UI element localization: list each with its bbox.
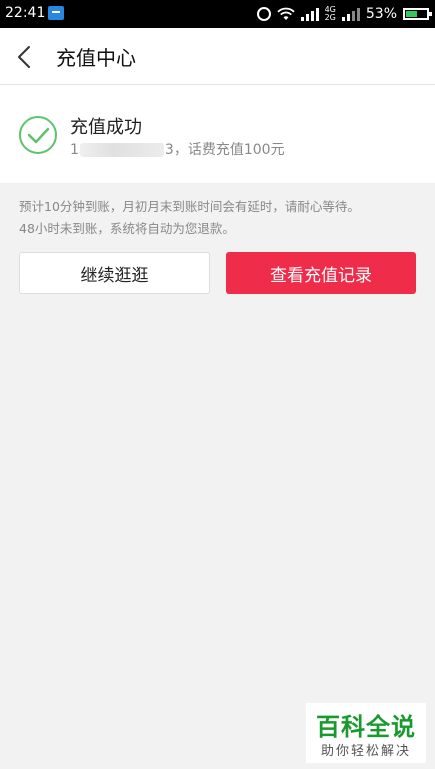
phone-number-redacted <box>79 143 164 157</box>
alarm-icon <box>256 7 271 21</box>
result-card: 充值成功 1 3，话费充值100元 <box>0 85 435 183</box>
watermark-title: 百科全说 <box>316 713 416 741</box>
status-bar: 22:41 4G 2G 53% <box>0 0 435 28</box>
screen: 22:41 4G 2G 53% 充值中心 充值成功 1 3，话费充值100元 预… <box>0 0 435 769</box>
phone-suffix: 3 <box>164 142 174 158</box>
battery-icon <box>403 8 432 20</box>
result-detail: ，话费充值100元 <box>173 142 285 158</box>
battery-percent: 53% <box>365 6 397 22</box>
chevron-left-icon[interactable] <box>10 42 40 72</box>
signal-icon-secondary <box>341 8 360 21</box>
network-type-bottom: 2G <box>324 13 336 22</box>
result-title: 充值成功 <box>70 117 142 138</box>
battery-level <box>406 11 417 17</box>
page-title: 充值中心 <box>56 46 136 70</box>
network-type: 4G 2G <box>325 6 336 22</box>
view-recharge-records-button[interactable]: 查看充值记录 <box>226 252 416 294</box>
notice-text: 预计10分钟到账，月初月末到账时间会有延时，请耐心等待。 48小时未到账，系统将… <box>19 196 419 240</box>
result-detail-line: 1 3，话费充值100元 <box>70 139 285 159</box>
status-time: 22:41 <box>5 5 46 21</box>
phone-prefix: 1 <box>70 142 79 158</box>
watermark-logo: 百科全说 助你轻松解决 <box>306 703 426 763</box>
message-icon <box>48 6 64 20</box>
check-circle-icon <box>19 116 57 154</box>
signal-icon <box>300 8 319 21</box>
continue-shopping-button[interactable]: 继续逛逛 <box>19 252 210 294</box>
notice-line-1: 预计10分钟到账，月初月末到账时间会有延时，请耐心等待。 <box>19 199 360 214</box>
watermark-subtitle: 助你轻松解决 <box>320 744 411 759</box>
wifi-icon <box>276 7 295 20</box>
status-icons: 4G 2G 53% <box>256 4 432 24</box>
header: 充值中心 <box>0 28 435 85</box>
notice-line-2: 48小时未到账，系统将自动为您退款。 <box>19 221 235 236</box>
